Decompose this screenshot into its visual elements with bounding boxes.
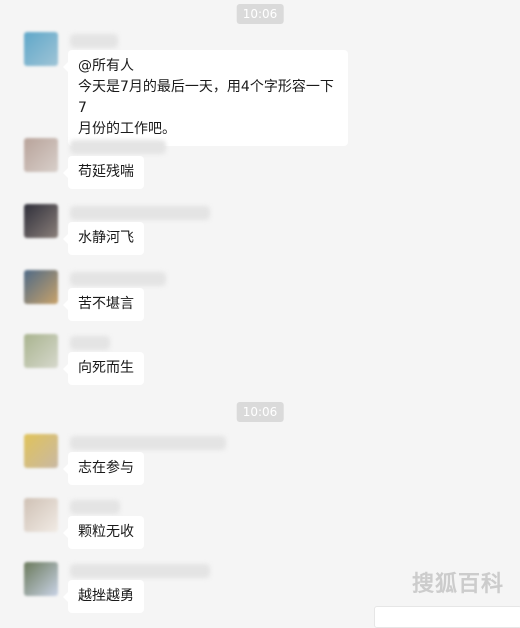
sender-name-blurred	[70, 336, 110, 350]
sender-name-blurred	[70, 436, 226, 450]
message-line: 苦不堪言	[78, 296, 134, 312]
message-line: 向死而生	[78, 360, 134, 376]
message-bubble: 越挫越勇	[63, 580, 144, 613]
message-bubble: 颗粒无收	[63, 516, 144, 549]
message-bubble: 向死而生	[63, 352, 144, 385]
message-bubble: 苦不堪言	[63, 288, 144, 321]
avatar[interactable]	[24, 562, 58, 596]
sender-name-blurred	[70, 140, 166, 154]
avatar[interactable]	[24, 204, 58, 238]
sender-name-blurred	[70, 206, 210, 220]
sender-name-blurred	[70, 564, 210, 578]
message-line: 越挫越勇	[78, 588, 134, 604]
avatar[interactable]	[24, 138, 58, 172]
avatar[interactable]	[24, 498, 58, 532]
message-line: 水静河飞	[78, 230, 134, 246]
message-line: 颗粒无收	[78, 524, 134, 540]
message-line: 月份的工作吧。	[78, 121, 176, 137]
avatar[interactable]	[24, 334, 58, 368]
message-bubble: @所有人 今天是7月的最后一天，用4个字形容一下7 月份的工作吧。	[63, 50, 348, 146]
message-bubble: 志在参与	[63, 452, 144, 485]
avatar[interactable]	[24, 270, 58, 304]
message-bubble: 苟延残喘	[63, 156, 144, 189]
message-line: @所有人	[78, 58, 134, 74]
message-line: 今天是7月的最后一天，用4个字形容一下7	[78, 79, 334, 116]
message-line: 志在参与	[78, 460, 134, 476]
message-line: 苟延残喘	[78, 164, 134, 180]
avatar[interactable]	[24, 32, 58, 66]
sender-name-blurred	[70, 272, 166, 286]
time-label-1: 10:06	[236, 4, 284, 24]
input-button-partial[interactable]	[374, 606, 520, 628]
message-bubble: 水静河飞	[63, 222, 144, 255]
time-label-2: 10:06	[236, 402, 284, 422]
avatar[interactable]	[24, 434, 58, 468]
sender-name-blurred	[70, 500, 120, 514]
sender-name-blurred	[70, 34, 118, 48]
watermark-logo: 搜狐百科	[411, 572, 504, 597]
